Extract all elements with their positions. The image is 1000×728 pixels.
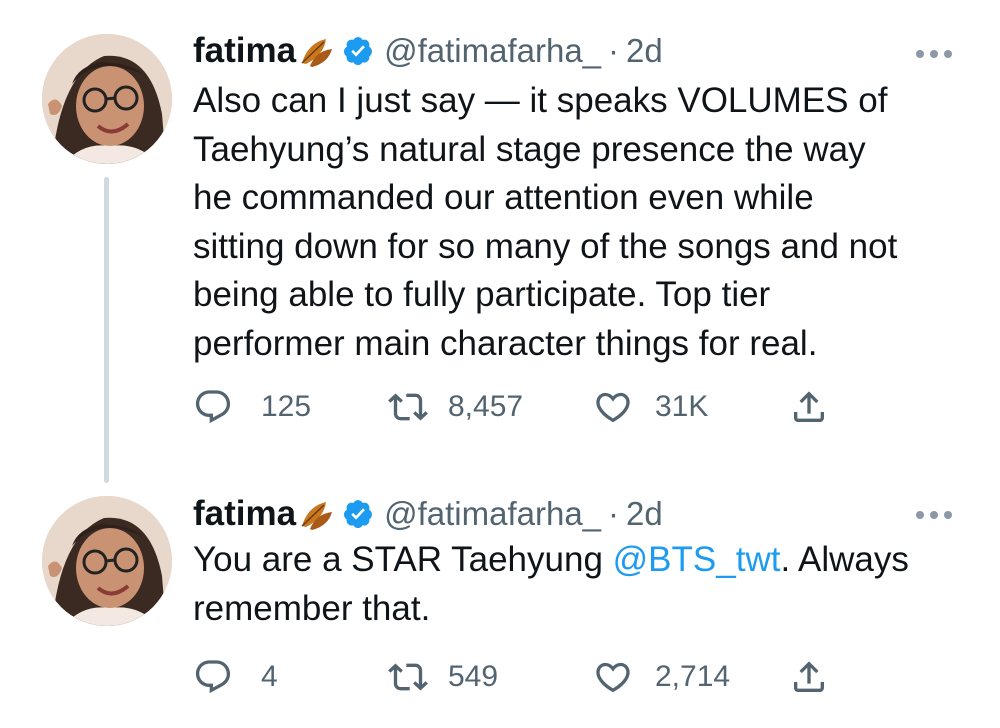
verified-badge-icon bbox=[342, 498, 374, 530]
more-options-icon[interactable] bbox=[915, 508, 953, 520]
retweet-button[interactable]: 8,457 bbox=[388, 382, 523, 432]
tweet-text-line: sitting down for so many of the songs an… bbox=[193, 226, 898, 266]
share-button[interactable] bbox=[789, 652, 829, 702]
mention-link[interactable]: @BTS_twt bbox=[613, 540, 781, 579]
tweet-text-line: he commanded our attention even while bbox=[193, 178, 814, 217]
display-name[interactable]: fatima bbox=[193, 494, 296, 534]
share-icon bbox=[794, 391, 824, 422]
tweet-text-line: Also can I just say — it speaks VOLUMES … bbox=[193, 81, 888, 120]
tweet-header: fatima @fatimafarha_ · 2d bbox=[193, 27, 663, 75]
like-count: 31K bbox=[655, 390, 709, 423]
separator-dot: · bbox=[608, 495, 620, 532]
tweet-text: Also can I just say — it speaks VOLUMES … bbox=[193, 77, 983, 368]
like-count: 2,714 bbox=[655, 660, 731, 693]
reply-count: 4 bbox=[261, 660, 278, 693]
separator-dot: · bbox=[608, 32, 620, 69]
reply-icon bbox=[195, 660, 231, 694]
user-handle[interactable]: @fatimafarha_ bbox=[384, 32, 601, 70]
tweet-text: You are a STAR Taehyung @BTS_twt. Always… bbox=[193, 536, 983, 633]
tweet-actions: 125 8,457 31K bbox=[193, 382, 893, 432]
timestamp[interactable]: 2d bbox=[626, 495, 663, 533]
retweet-icon bbox=[388, 663, 428, 691]
avatar[interactable] bbox=[42, 496, 172, 626]
fallen-leaf-icon bbox=[298, 33, 334, 69]
fallen-leaf-icon bbox=[298, 496, 334, 532]
reply-icon bbox=[195, 390, 231, 424]
more-options-icon[interactable] bbox=[915, 47, 953, 59]
tweet-actions: 4 549 2,714 bbox=[193, 652, 893, 702]
retweet-count: 8,457 bbox=[448, 390, 524, 423]
avatar[interactable] bbox=[42, 34, 172, 164]
like-button[interactable]: 2,714 bbox=[593, 652, 730, 702]
retweet-icon bbox=[388, 393, 428, 421]
tweet-text-line: You are a STAR Taehyung @BTS_twt. Always bbox=[193, 536, 983, 585]
tweet[interactable]: fatima @fatimafarha_ · 2d Also can I jus… bbox=[0, 0, 1000, 480]
reply-button[interactable]: 125 bbox=[193, 382, 311, 432]
reply-count: 125 bbox=[261, 390, 312, 423]
tweet-text-line: being able to fully participate. Top tie… bbox=[193, 275, 771, 314]
share-button[interactable] bbox=[789, 382, 829, 432]
like-button[interactable]: 31K bbox=[593, 382, 708, 432]
heart-icon bbox=[596, 662, 630, 693]
timestamp[interactable]: 2d bbox=[626, 32, 663, 70]
tweet-text-segment: You are a STAR Taehyung bbox=[193, 540, 613, 579]
share-icon bbox=[794, 661, 824, 692]
display-name[interactable]: fatima bbox=[193, 31, 296, 71]
tweet-text-line: performer main character things for real… bbox=[193, 323, 818, 363]
user-handle[interactable]: @fatimafarha_ bbox=[384, 495, 601, 533]
tweet-text-line: remember that. bbox=[193, 588, 431, 628]
tweet[interactable]: fatima @fatimafarha_ · 2d You are a STAR… bbox=[0, 484, 1000, 728]
tweet-header: fatima @fatimafarha_ · 2d bbox=[193, 490, 663, 538]
tweet-text-segment: . Always bbox=[780, 540, 909, 579]
reply-button[interactable]: 4 bbox=[193, 652, 278, 702]
retweet-count: 549 bbox=[448, 660, 499, 693]
retweet-button[interactable]: 549 bbox=[388, 652, 498, 702]
heart-icon bbox=[596, 392, 630, 423]
tweet-text-line: Taehyung’s natural stage presence the wa… bbox=[193, 129, 866, 169]
verified-badge-icon bbox=[342, 35, 374, 67]
